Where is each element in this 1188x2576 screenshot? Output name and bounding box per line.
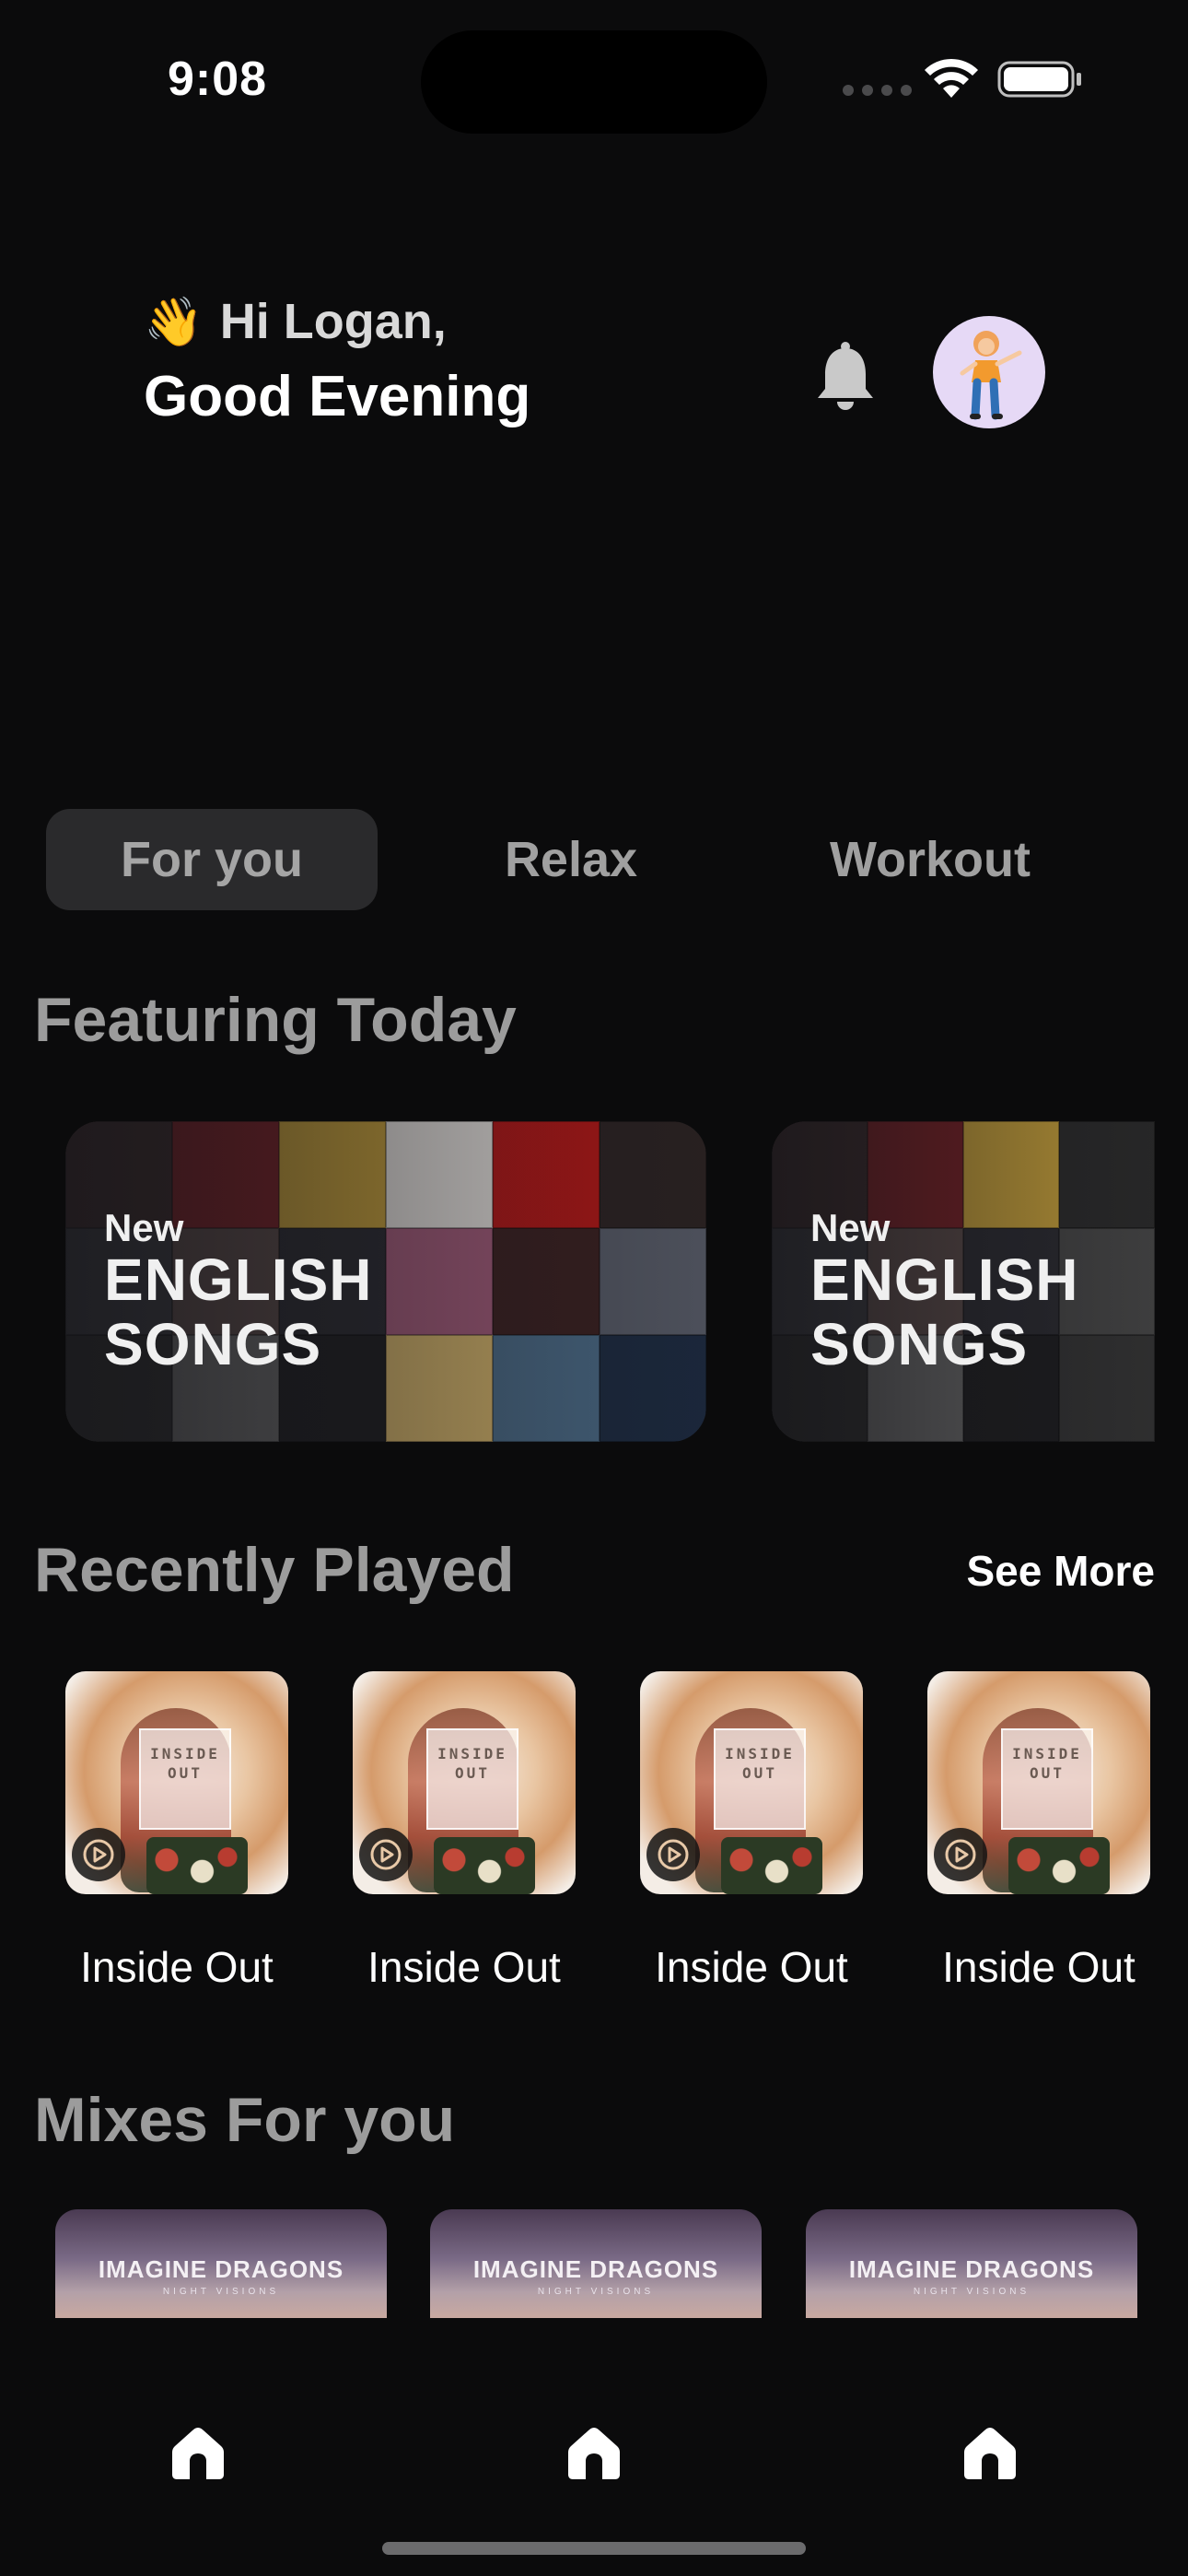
home-indicator[interactable]	[382, 2542, 806, 2555]
featured-card-title-line2: SONGS	[104, 1311, 322, 1377]
mix-card[interactable]: IMAGINE DRAGONS NIGHT VISIONS	[806, 2209, 1137, 2320]
home-icon[interactable]	[169, 2424, 227, 2481]
category-tabs: For you Relax Workout	[46, 809, 1142, 910]
play-icon	[945, 1839, 976, 1870]
play-button[interactable]	[646, 1828, 700, 1881]
recently-played-title: Recently Played	[34, 1535, 515, 1605]
greeting-subtitle: Good Evening	[144, 365, 531, 428]
mix-card[interactable]: IMAGINE DRAGONS NIGHT VISIONS	[430, 2209, 762, 2320]
recently-played-label: Inside Out	[942, 1943, 1136, 1991]
featured-card-tag: New	[810, 1206, 891, 1249]
bottom-navigation	[0, 2318, 1188, 2576]
greeting-text: Hi Logan,	[219, 294, 447, 349]
play-icon	[370, 1839, 402, 1870]
album-art: INSIDE OUT	[640, 1671, 863, 1894]
profile-avatar[interactable]	[933, 316, 1045, 428]
battery-icon	[997, 61, 1081, 98]
album-art: INSIDE OUT	[927, 1671, 1150, 1894]
home-icon[interactable]	[565, 2424, 623, 2481]
tab-workout[interactable]: Workout	[764, 809, 1096, 910]
recently-played-item[interactable]: INSIDE OUT Inside Out	[65, 1671, 288, 1992]
mix-card-artist: IMAGINE DRAGONS	[848, 2255, 1095, 2283]
play-button[interactable]	[934, 1828, 987, 1881]
notification-bell-icon[interactable]	[812, 339, 879, 413]
wave-emoji-icon: 👋	[144, 295, 204, 349]
play-icon	[83, 1839, 114, 1870]
home-icon[interactable]	[961, 2424, 1019, 2481]
album-art: INSIDE OUT	[65, 1671, 288, 1894]
mix-card-artist: IMAGINE DRAGONS	[98, 2255, 344, 2283]
avatar-figure-icon	[960, 331, 1022, 420]
recently-played-item[interactable]: INSIDE OUT Inside Out	[353, 1671, 576, 1992]
play-icon	[658, 1839, 689, 1870]
mix-card-album: NIGHT VISIONS	[162, 2287, 280, 2297]
featured-card-title-line1: ENGLISH	[104, 1247, 373, 1313]
mix-card-album: NIGHT VISIONS	[537, 2287, 655, 2297]
home-screen: 9:08 👋 Hi Logan, Good Evening For you Re…	[0, 0, 1188, 2576]
mix-card[interactable]: IMAGINE DRAGONS NIGHT VISIONS	[55, 2209, 387, 2320]
featured-card-tag: New	[104, 1206, 184, 1249]
album-art: INSIDE OUT	[353, 1671, 576, 1894]
tab-relax[interactable]: Relax	[405, 809, 737, 910]
mix-card-album: NIGHT VISIONS	[913, 2287, 1031, 2297]
tab-for-you[interactable]: For you	[46, 809, 378, 910]
featured-card-title-line1: ENGLISH	[810, 1247, 1079, 1313]
see-more-link[interactable]: See More	[966, 1546, 1155, 1596]
recently-played-label: Inside Out	[80, 1943, 274, 1991]
greeting: 👋 Hi Logan,	[144, 293, 447, 350]
wifi-icon	[925, 58, 978, 98]
featured-card[interactable]: New ENGLISH SONGS	[65, 1121, 706, 1442]
featured-card[interactable]: New ENGLISH SONGS	[772, 1121, 1155, 1442]
featuring-today-title: Featuring Today	[34, 985, 517, 1055]
recently-played-item[interactable]: INSIDE OUT Inside Out	[640, 1671, 863, 1992]
recently-played-label: Inside Out	[655, 1943, 848, 1991]
cellular-signal-icon	[843, 85, 912, 96]
play-button[interactable]	[72, 1828, 125, 1881]
recently-played-label: Inside Out	[367, 1943, 561, 1991]
mix-card-artist: IMAGINE DRAGONS	[472, 2255, 719, 2283]
mixes-for-you-title: Mixes For you	[34, 2085, 456, 2155]
play-button[interactable]	[359, 1828, 413, 1881]
featured-card-title-line2: SONGS	[810, 1311, 1029, 1377]
recently-played-item[interactable]: INSIDE OUT Inside Out	[927, 1671, 1150, 1992]
status-time: 9:08	[168, 53, 268, 106]
dynamic-island	[421, 30, 767, 134]
